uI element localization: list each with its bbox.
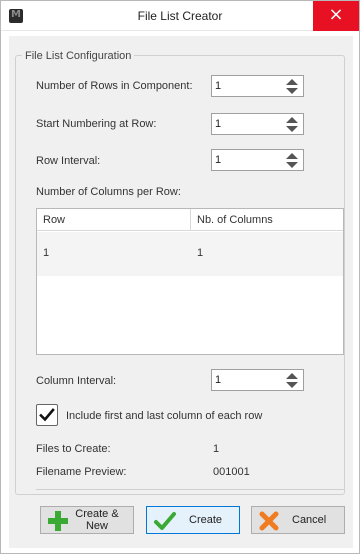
rows-value: 1 <box>215 80 222 92</box>
group-title: File List Configuration <box>22 50 135 62</box>
spin-down-icon[interactable] <box>286 162 298 168</box>
column-header-row[interactable]: Row <box>37 209 191 231</box>
row-interval-value: 1 <box>215 154 222 166</box>
close-icon: × <box>328 4 344 25</box>
table-cell-row: 1 <box>43 247 50 259</box>
spin-up-icon[interactable] <box>286 79 298 85</box>
spin-up-icon[interactable] <box>286 153 298 159</box>
checkmark-icon <box>39 408 55 422</box>
spin-up-icon[interactable] <box>286 117 298 123</box>
columns-table[interactable]: Row Nb. of Columns 1 1 <box>36 208 344 355</box>
rows-label: Number of Rows in Component: <box>36 80 193 92</box>
spin-arrows-icon[interactable] <box>286 152 298 168</box>
cancel-button[interactable]: Cancel <box>251 506 345 534</box>
column-interval-spinbox[interactable]: 1 <box>211 369 304 391</box>
create-and-new-button[interactable]: Create & New <box>40 506 134 534</box>
spin-arrows-icon[interactable] <box>286 116 298 132</box>
spin-arrows-icon[interactable] <box>286 78 298 94</box>
rows-spinbox[interactable]: 1 <box>211 75 304 97</box>
row-interval-label: Row Interval: <box>36 155 101 167</box>
spin-up-icon[interactable] <box>286 373 298 379</box>
create-and-new-line2: New <box>85 520 108 532</box>
create-and-new-line1: Create & <box>75 508 119 520</box>
divider <box>36 489 344 490</box>
title-bar: File List Creator × <box>1 1 359 31</box>
start-spinbox[interactable]: 1 <box>211 113 304 135</box>
include-first-last-checkbox[interactable] <box>36 404 58 426</box>
start-label: Start Numbering at Row: <box>36 118 157 130</box>
filename-preview-label: Filename Preview: <box>36 466 127 478</box>
plus-icon <box>48 511 68 531</box>
filename-preview-value: 001001 <box>213 466 250 478</box>
table-cell-nb-columns[interactable]: 1 <box>197 247 203 259</box>
create-and-new-label: Create & New <box>75 508 119 532</box>
spin-down-icon[interactable] <box>286 382 298 388</box>
files-to-create-value: 1 <box>213 443 220 455</box>
window-title: File List Creator <box>137 9 223 23</box>
spin-arrows-icon[interactable] <box>286 372 298 388</box>
start-value: 1 <box>215 118 222 130</box>
column-interval-value: 1 <box>215 374 222 386</box>
column-header-nb-columns[interactable]: Nb. of Columns <box>191 209 343 231</box>
column-interval-label: Column Interval: <box>36 375 117 387</box>
row-interval-spinbox[interactable]: 1 <box>211 149 304 171</box>
close-button[interactable]: × <box>313 1 359 31</box>
x-icon <box>259 511 279 531</box>
checkmark-icon <box>154 512 176 530</box>
create-button[interactable]: Create <box>146 506 240 534</box>
files-to-create-label: Files to Create: <box>36 443 111 455</box>
create-label: Create <box>189 514 223 526</box>
spin-down-icon[interactable] <box>286 126 298 132</box>
columns-per-row-label: Number of Columns per Row: <box>36 186 181 198</box>
spin-down-icon[interactable] <box>286 88 298 94</box>
cancel-label: Cancel <box>292 514 327 526</box>
include-first-last-label[interactable]: Include first and last column of each ro… <box>66 410 262 422</box>
table-row[interactable]: 1 1 <box>37 232 343 276</box>
